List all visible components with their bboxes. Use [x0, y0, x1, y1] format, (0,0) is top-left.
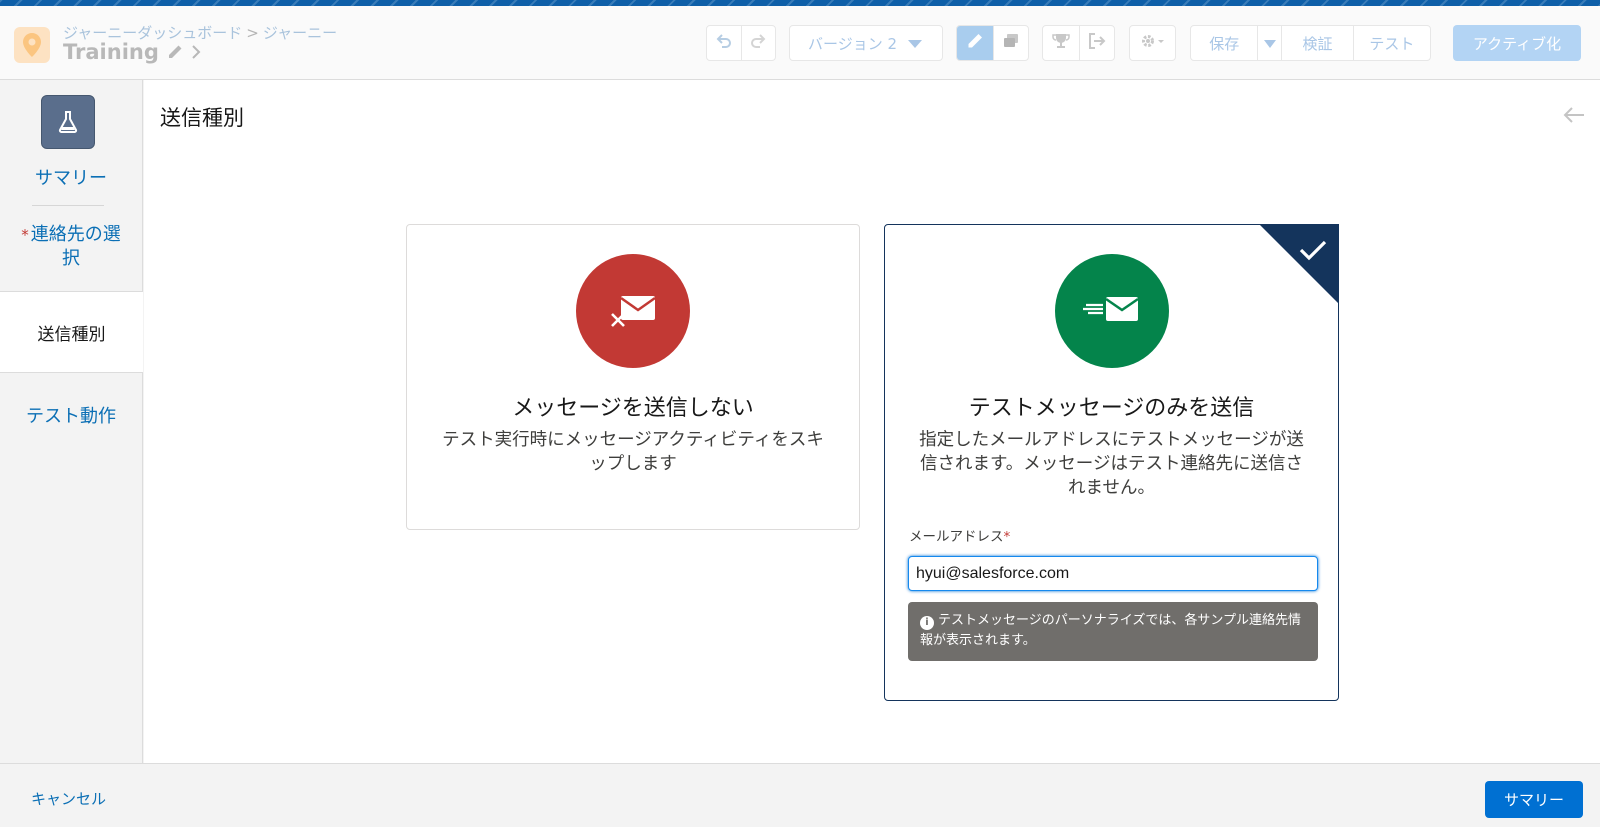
goal-button[interactable]	[1043, 26, 1079, 60]
chevron-down-icon	[1263, 34, 1276, 52]
page-title: 送信種別	[160, 106, 244, 130]
gear-icon	[1140, 33, 1166, 53]
location-pin-icon	[14, 27, 50, 63]
journey-name-text: Training	[63, 40, 159, 64]
sidebar-item-test-action[interactable]: テスト動作	[0, 405, 142, 429]
cancel-button[interactable]: キャンセル	[31, 788, 106, 809]
info-message-text: テストメッセージのパーソナライズでは、各サンプル連絡先情報が表示されます。	[920, 613, 1301, 648]
email-field[interactable]	[908, 556, 1318, 591]
option-skip-title: メッセージを送信しない	[512, 396, 754, 421]
save-validate-test-group: 保存 検証 テスト	[1190, 25, 1431, 61]
exit-criteria-button[interactable]	[1078, 26, 1115, 60]
undo-redo-group	[706, 25, 776, 61]
summary-button[interactable]: サマリー	[1485, 781, 1583, 818]
option-test-title: テストメッセージのみを送信	[968, 396, 1255, 421]
stack-mode-button[interactable]	[992, 26, 1029, 60]
info-message: i テストメッセージのパーソナライズでは、各サンプル連絡先情報が表示されます。	[908, 602, 1318, 661]
sidebar-item-summary[interactable]: サマリー	[0, 167, 142, 191]
mode-toggle-group	[956, 25, 1029, 61]
chevron-down-icon	[908, 40, 922, 48]
edit-mode-button[interactable]	[957, 26, 993, 60]
chevron-right-icon[interactable]	[191, 44, 201, 60]
arrow-left-icon[interactable]	[1562, 106, 1586, 128]
email-field-label: メールアドレス*	[909, 525, 1010, 545]
main-panel: 送信種別 メッセージを送信しない テスト実行時にメッセージアクティビティをスキッ…	[144, 80, 1600, 763]
email-field-label-text: メールアドレス	[909, 529, 1004, 545]
version-select[interactable]: バージョン 2	[789, 25, 943, 61]
undo-button[interactable]	[707, 26, 741, 60]
required-mark: *	[21, 226, 29, 244]
redo-icon	[749, 32, 767, 54]
flask-icon	[41, 95, 95, 149]
pencil-icon	[966, 32, 984, 54]
email-send-icon	[1054, 254, 1169, 368]
sidebar-item-contact-label: 連絡先の選択	[30, 224, 121, 269]
trophy-icon	[1052, 32, 1070, 54]
breadcrumb-journey-link[interactable]: ジャーニー	[263, 24, 337, 42]
option-skip-description: テスト実行時にメッセージアクティビティをスキップします	[442, 430, 824, 474]
pencil-icon[interactable]	[167, 44, 183, 60]
required-mark: *	[1003, 529, 1011, 545]
sidebar-item-send-type[interactable]: 送信種別	[0, 291, 143, 373]
sidebar: サマリー * 連絡先の選択 送信種別 テスト動作	[0, 80, 143, 763]
sidebar-item-contact[interactable]: * 連絡先の選択	[0, 223, 142, 271]
option-card-test-send[interactable]: テストメッセージのみを送信 指定したメールアドレスにテストメッセージが送信されま…	[884, 224, 1339, 701]
settings-group	[1129, 25, 1176, 61]
test-button[interactable]: テスト	[1352, 26, 1430, 60]
sidebar-divider	[32, 205, 104, 206]
option-test-description: 指定したメールアドレスにテストメッセージが送信されます。メッセージはテスト連絡先…	[919, 430, 1304, 498]
validate-button[interactable]: 検証	[1281, 26, 1352, 60]
header: ジャーニーダッシュボード > ジャーニー Training バージョン 2 保存…	[0, 6, 1600, 80]
activate-button[interactable]: アクティブ化	[1453, 25, 1581, 61]
info-icon: i	[920, 616, 934, 630]
journey-name: Training	[63, 40, 201, 64]
exit-icon	[1088, 32, 1106, 54]
save-menu-button[interactable]	[1257, 26, 1281, 60]
version-select-label: バージョン 2	[808, 34, 898, 53]
undo-icon	[715, 32, 733, 54]
stack-icon	[1001, 32, 1021, 54]
save-button[interactable]: 保存	[1191, 26, 1257, 60]
settings-button[interactable]	[1130, 26, 1175, 60]
redo-button[interactable]	[740, 26, 775, 60]
goal-exit-group	[1042, 25, 1115, 61]
check-icon	[1259, 224, 1339, 304]
footer: キャンセル サマリー	[0, 763, 1600, 827]
email-cancel-icon	[576, 254, 690, 368]
option-card-skip[interactable]: メッセージを送信しない テスト実行時にメッセージアクティビティをスキップします	[406, 224, 860, 530]
breadcrumb-separator: >	[246, 24, 259, 42]
